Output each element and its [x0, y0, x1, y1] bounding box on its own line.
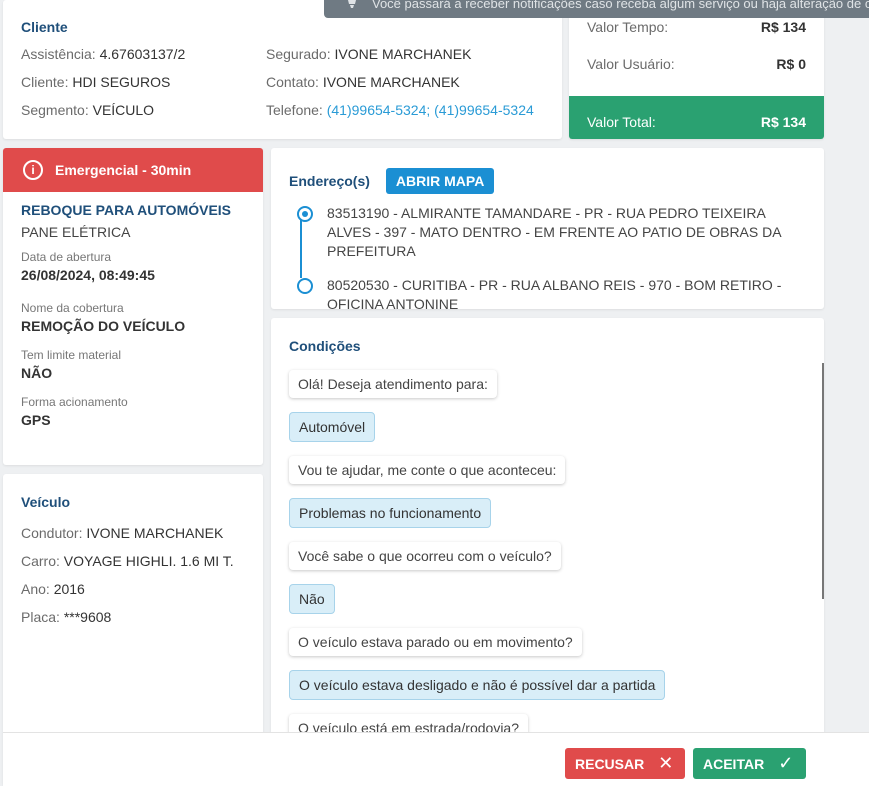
vehicle-field: Carro: VOYAGE HIGHLI. 1.6 MI T.: [21, 553, 234, 569]
client-card: Cliente Assistência: 4.67603137/2 Segura…: [3, 0, 562, 139]
question-bubble: Vou te ajudar, me conte o que aconteceu:: [289, 456, 566, 484]
conditions-chat: Olá! Deseja atendimento para: Automóvel …: [289, 370, 806, 756]
value-total-row: Valor Total: R$ 134: [569, 96, 824, 139]
client-field: Assistência: 4.67603137/2: [21, 46, 186, 62]
detail-label: Data de abertura: [21, 250, 112, 264]
answer-bubble: O veículo estava desligado e não é possí…: [289, 670, 666, 700]
vehicle-field: Condutor: IVONE MARCHANEK: [21, 525, 224, 541]
phone-link[interactable]: (41)99654-5324; (41)99654-5324: [327, 102, 534, 118]
detail-value: NÃO: [21, 365, 53, 381]
vehicle-field: Ano: 2016: [21, 581, 85, 597]
question-bubble: Você sabe o que ocorreu com o veículo?: [289, 542, 561, 570]
route-line: [300, 216, 302, 278]
detail-value: REMOÇÃO DO VEÍCULO: [21, 318, 186, 334]
client-field: Segmento: VEÍCULO: [21, 102, 155, 118]
service-card: i Emergencial - 30min REBOQUE PARA AUTOM…: [3, 148, 263, 465]
answer-bubble: Problemas no funcionamento: [289, 498, 492, 528]
address-title: Endereço(s): [289, 173, 370, 189]
destination-marker-icon: [297, 278, 313, 294]
value-row-user: Valor Usuário: R$ 0: [587, 55, 806, 72]
service-subtype: PANE ELÉTRICA: [21, 224, 131, 240]
client-field-phone: Telefone: (41)99654-5324; (41)99654-5324: [266, 102, 534, 118]
answer-bubble: Automóvel: [289, 412, 376, 442]
question-bubble: Olá! Deseja atendimento para:: [289, 370, 497, 398]
address-list: 83513190 - ALMIRANTE TAMANDARE - PR - RU…: [289, 204, 806, 314]
detail-label: Forma acionamento: [21, 395, 128, 409]
client-field: Cliente: HDI SEGUROS: [21, 74, 171, 90]
client-field: Segurado: IVONE MARCHANEK: [266, 46, 472, 62]
detail-label: Nome da cobertura: [21, 301, 124, 315]
bell-icon: [346, 0, 358, 8]
conditions-card: Condições Olá! Deseja atendimento para: …: [271, 318, 824, 786]
client-field: Contato: IVONE MARCHANEK: [266, 74, 460, 90]
answer-bubble: Não: [289, 584, 335, 614]
accept-label: ACEITAR: [703, 755, 765, 772]
address-item-origin: 83513190 - ALMIRANTE TAMANDARE - PR - RU…: [297, 204, 806, 261]
address-card: Endereço(s) ABRIR MAPA 83513190 - ALMIRA…: [271, 148, 824, 312]
reject-button[interactable]: RECUSAR ✕: [565, 748, 685, 779]
action-bar: RECUSAR ✕ ACEITAR ✓: [3, 732, 869, 786]
question-bubble: O veículo estava parado ou em movimento?: [289, 628, 582, 656]
close-icon: ✕: [658, 753, 674, 773]
open-map-button[interactable]: ABRIR MAPA: [385, 168, 495, 194]
info-icon: i: [23, 160, 43, 180]
client-title: Cliente: [21, 19, 68, 35]
priority-badge: i Emergencial - 30min: [3, 148, 263, 192]
notification-toast[interactable]: Você passará a receber notificações caso…: [324, 0, 869, 18]
origin-marker-icon: [297, 206, 313, 222]
values-card: Valor Tempo: R$ 134 Valor Usuário: R$ 0 …: [569, 0, 824, 139]
total-label: Valor Total:: [587, 113, 656, 130]
client-fields: Assistência: 4.67603137/2 Segurado: IVON…: [21, 45, 544, 119]
accept-button[interactable]: ACEITAR ✓: [693, 748, 806, 779]
notification-text: Você passará a receber notificações caso…: [372, 0, 869, 11]
priority-label: Emergencial - 30min: [55, 162, 192, 178]
total-amount: R$ 134: [760, 113, 806, 130]
reject-label: RECUSAR: [575, 755, 645, 772]
check-icon: ✓: [778, 753, 794, 773]
conditions-scrollbar[interactable]: [822, 363, 824, 599]
service-type: REBOQUE PARA AUTOMÓVEIS: [21, 202, 232, 218]
vehicle-field: Placa: ***9608: [21, 609, 112, 625]
conditions-title: Condições: [289, 338, 361, 354]
detail-label: Tem limite material: [21, 348, 122, 362]
detail-value: 26/08/2024, 08:49:45: [21, 267, 155, 283]
address-item-destination: 80520530 - CURITIBA - PR - RUA ALBANO RE…: [297, 276, 806, 314]
vehicle-title: Veículo: [21, 494, 71, 510]
detail-value: GPS: [21, 412, 51, 428]
